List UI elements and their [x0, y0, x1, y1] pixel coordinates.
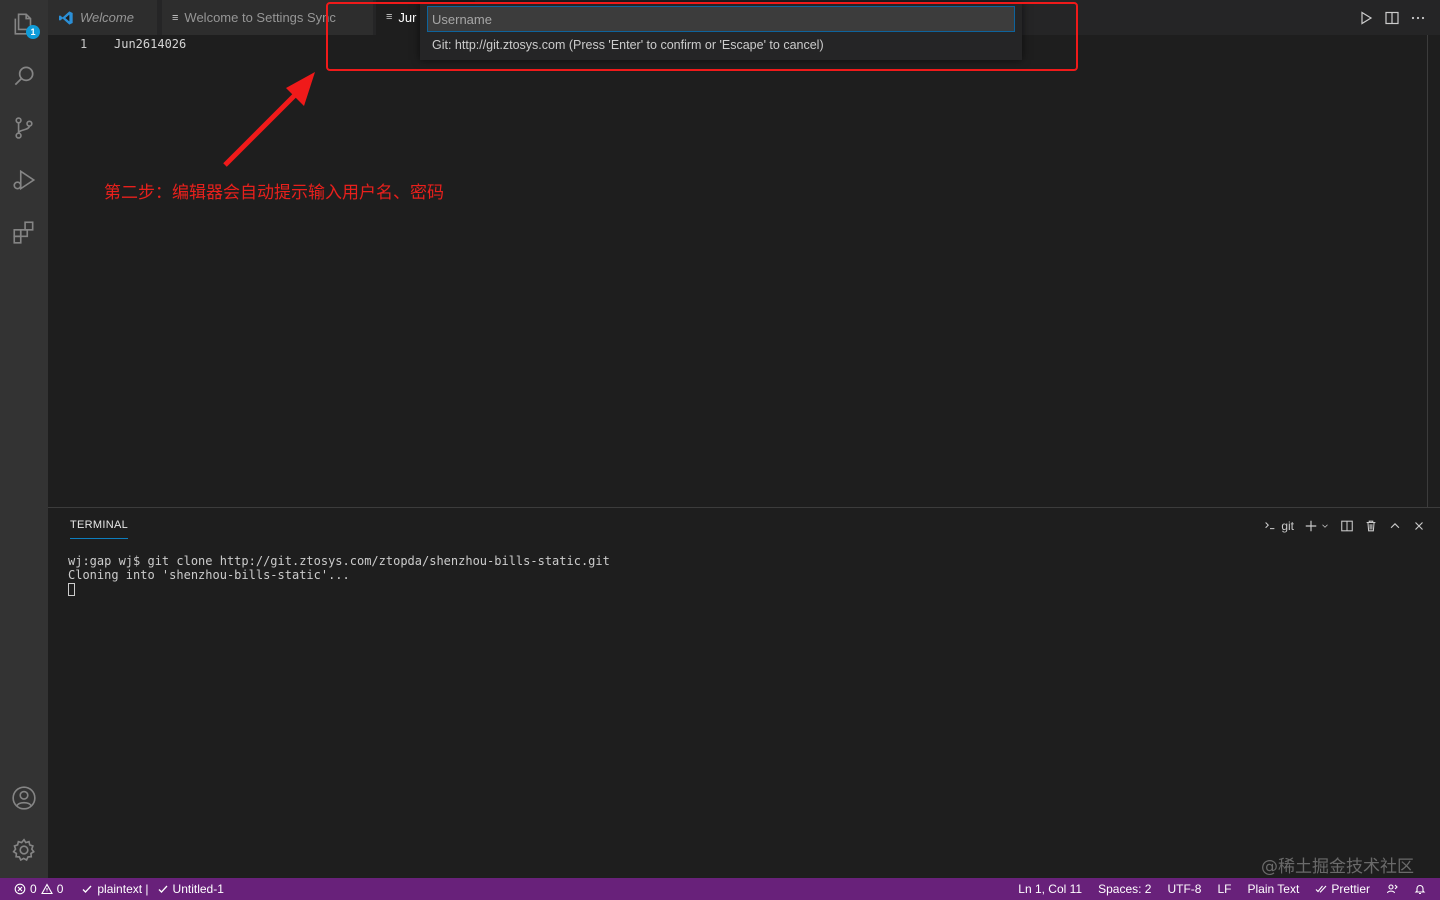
run-icon[interactable] — [1358, 10, 1374, 26]
maximize-panel-icon[interactable] — [1388, 519, 1402, 533]
warning-icon — [40, 883, 53, 895]
terminal-shell-label: git — [1281, 519, 1294, 533]
status-bar: 0 0 plaintext | Untitled-1 Ln 1, Col 11 … — [0, 878, 1440, 900]
feedback-item[interactable] — [1378, 883, 1406, 895]
watermark: @稀土掘金技术社区 — [1261, 857, 1414, 877]
editor-line-text[interactable]: Jun2614026 — [114, 37, 186, 51]
problems-indicator[interactable]: 0 0 — [0, 882, 71, 896]
run-debug-icon[interactable] — [0, 156, 48, 204]
settings-gear-icon[interactable] — [0, 826, 48, 874]
prettier-item[interactable]: Prettier — [1307, 882, 1378, 896]
prettier-label: Prettier — [1331, 882, 1370, 896]
editor-scrollbar[interactable] — [1427, 35, 1428, 507]
source-control-icon[interactable] — [0, 104, 48, 152]
language-mode[interactable]: Plain Text — [1240, 882, 1308, 896]
terminal-shell-selector[interactable]: git — [1263, 519, 1294, 533]
cursor-position[interactable]: Ln 1, Col 11 — [1010, 882, 1090, 896]
terminal-cursor — [68, 583, 75, 596]
panel-actions: git — [1263, 516, 1426, 536]
annotation-text: 第二步：编辑器会自动提示输入用户名、密码 — [104, 183, 444, 203]
indentation[interactable]: Spaces: 2 — [1090, 882, 1159, 896]
bell-icon — [1414, 885, 1426, 895]
error-count: 0 — [30, 882, 37, 896]
tab-settings-sync-label: Welcome to Settings Sync — [184, 10, 336, 25]
split-terminal-icon[interactable] — [1340, 519, 1354, 533]
terminal-line: wj:gap wj$ git clone http://git.ztosys.c… — [68, 554, 610, 568]
chevron-down-icon[interactable] — [1320, 519, 1330, 533]
annotation-highlight-box — [326, 2, 1078, 71]
tab-welcome[interactable]: Welcome — [48, 0, 158, 35]
explorer-icon[interactable]: 1 — [0, 0, 48, 48]
terminal-panel: TERMINAL git wj:gap wj$ git clone http:/… — [48, 507, 1440, 878]
encoding[interactable]: UTF-8 — [1159, 882, 1209, 896]
language-check-item[interactable]: plaintext | — [71, 882, 156, 896]
tab-welcome-label: Welcome — [80, 10, 134, 25]
check-icon — [158, 885, 168, 893]
annotation-arrow-icon — [223, 72, 315, 167]
terminal-shell-icon — [1265, 522, 1275, 530]
extensions-icon[interactable] — [0, 208, 48, 256]
terminal-output[interactable]: wj:gap wj$ git clone http://git.ztosys.c… — [68, 554, 610, 599]
line-number: 1 — [80, 37, 88, 51]
end-of-line[interactable]: LF — [1209, 882, 1239, 896]
notifications-item[interactable] — [1406, 883, 1440, 895]
accounts-icon[interactable] — [0, 774, 48, 822]
more-actions-icon[interactable] — [1410, 10, 1426, 26]
search-icon[interactable] — [0, 52, 48, 100]
check-icon — [82, 885, 92, 893]
language-check-label: plaintext | — [97, 882, 149, 896]
file-check-label: Untitled-1 — [172, 882, 224, 896]
activity-bar: 1 — [0, 0, 48, 878]
file-lines-icon: ≡ — [172, 11, 179, 24]
warning-count: 0 — [56, 882, 64, 896]
vscode-logo-icon — [59, 10, 73, 25]
new-terminal-icon[interactable] — [1304, 519, 1318, 533]
double-check-icon — [1315, 885, 1327, 893]
feedback-icon — [1386, 884, 1398, 894]
error-icon — [14, 883, 26, 895]
trash-icon[interactable] — [1364, 519, 1378, 533]
terminal-line: Cloning into 'shenzhou-bills-static'... — [68, 568, 350, 582]
close-icon[interactable] — [1412, 519, 1426, 533]
file-check-item[interactable]: Untitled-1 — [157, 882, 232, 896]
tab-terminal[interactable]: TERMINAL — [70, 519, 129, 539]
explorer-badge: 1 — [26, 25, 40, 39]
editor-actions — [1358, 0, 1426, 35]
split-editor-icon[interactable] — [1384, 10, 1400, 26]
